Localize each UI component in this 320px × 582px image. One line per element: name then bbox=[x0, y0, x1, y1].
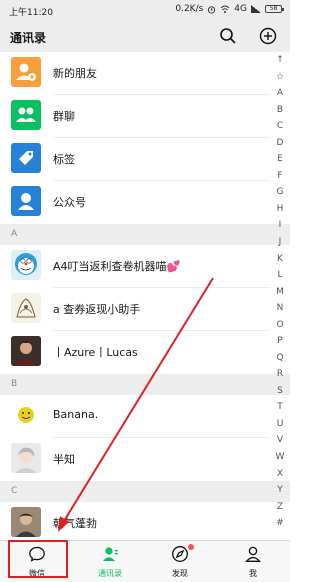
contact-name: 半知 bbox=[53, 453, 75, 466]
header: 通讯录 bbox=[0, 20, 290, 52]
contact-row[interactable]: 朝气蓬勃 bbox=[0, 502, 270, 540]
unread-dot bbox=[188, 544, 194, 550]
contact-row[interactable]: A4叮当返利查卷机器喵💕 bbox=[0, 245, 270, 288]
contact-row[interactable]: Banana. bbox=[0, 395, 270, 438]
index-letter[interactable]: # bbox=[273, 518, 287, 528]
row-label: 标签 bbox=[53, 153, 75, 166]
index-letter[interactable]: N bbox=[273, 303, 287, 313]
index-letter[interactable]: J bbox=[273, 237, 287, 247]
contact-list[interactable]: 新的朋友 群聊 标签 公众号 A A4叮当返利查卷机器喵💕 a 查券返现小助手 … bbox=[0, 52, 290, 540]
contact-avatar bbox=[11, 293, 41, 323]
row-label: 新的朋友 bbox=[53, 67, 97, 80]
contact-avatar bbox=[11, 507, 41, 537]
tags-row[interactable]: 标签 bbox=[0, 138, 270, 181]
section-letter: C bbox=[11, 486, 18, 496]
add-icon[interactable] bbox=[259, 27, 277, 45]
contact-avatar bbox=[11, 443, 41, 473]
section-letter: B bbox=[11, 379, 18, 389]
index-letter[interactable]: P bbox=[273, 336, 287, 346]
alarm-icon bbox=[208, 5, 216, 14]
official-account-icon bbox=[11, 186, 41, 216]
tab-label: 我 bbox=[249, 569, 257, 578]
annotation-highlight-box bbox=[8, 540, 68, 578]
contacts-icon bbox=[103, 547, 118, 561]
index-letter[interactable]: T bbox=[273, 402, 287, 412]
section-letter: A bbox=[11, 229, 18, 239]
index-letter[interactable]: Y bbox=[273, 485, 287, 495]
battery-level: 58 bbox=[269, 5, 278, 12]
index-letter[interactable]: H bbox=[273, 204, 287, 214]
index-letter[interactable]: M bbox=[273, 287, 287, 297]
status-time: 上午11:20 bbox=[9, 8, 53, 18]
status-icons: 0.2K/s 4G 58 bbox=[175, 4, 284, 14]
tab-me[interactable]: 我 bbox=[223, 541, 283, 582]
new-friends-icon bbox=[11, 57, 41, 87]
index-letter[interactable]: ☆ bbox=[273, 72, 287, 82]
signal-icon bbox=[251, 5, 261, 13]
network-type: 4G bbox=[234, 4, 247, 14]
discover-icon bbox=[172, 546, 188, 562]
battery-icon: 58 bbox=[265, 5, 284, 13]
tab-contacts[interactable]: 通讯录 bbox=[80, 541, 140, 582]
index-letter[interactable]: ↑ bbox=[273, 55, 287, 65]
index-letter[interactable]: K bbox=[273, 254, 287, 264]
contact-avatar bbox=[11, 400, 41, 430]
index-letter[interactable]: O bbox=[273, 320, 287, 330]
search-icon[interactable] bbox=[219, 27, 237, 45]
index-letter[interactable]: E bbox=[273, 154, 287, 164]
index-letter[interactable]: Z bbox=[273, 502, 287, 512]
group-chat-icon bbox=[11, 100, 41, 130]
index-letter[interactable]: S bbox=[273, 386, 287, 396]
index-letter[interactable]: U bbox=[273, 419, 287, 429]
contact-row[interactable]: a 查券返现小助手 bbox=[0, 288, 270, 331]
index-letter[interactable]: G bbox=[273, 187, 287, 197]
contact-row[interactable]: 丨Azure丨Lucas bbox=[0, 331, 270, 374]
row-label: 公众号 bbox=[53, 196, 86, 209]
wifi-icon bbox=[220, 5, 230, 13]
alphabet-index[interactable]: ↑ ☆ A B C D E F G H I J K L M N O P Q R S T U V W X Y Z # bbox=[272, 52, 290, 540]
contact-row[interactable]: 半知 bbox=[0, 438, 270, 481]
section-header: C bbox=[0, 481, 290, 502]
contact-name: A4叮当返利查卷机器喵💕 bbox=[53, 260, 181, 273]
new-friends-row[interactable]: 新的朋友 bbox=[0, 52, 270, 95]
network-speed: 0.2K/s bbox=[175, 4, 204, 14]
me-icon bbox=[245, 546, 261, 562]
page-title: 通讯录 bbox=[10, 31, 47, 45]
index-letter[interactable]: Q bbox=[273, 353, 287, 363]
section-header: B bbox=[0, 374, 290, 395]
official-accounts-row[interactable]: 公众号 bbox=[0, 181, 270, 224]
index-letter[interactable]: X bbox=[273, 469, 287, 479]
contact-avatar bbox=[11, 250, 41, 280]
tab-label: 发现 bbox=[172, 569, 188, 578]
group-chats-row[interactable]: 群聊 bbox=[0, 95, 270, 138]
contact-name: a 查券返现小助手 bbox=[53, 303, 141, 316]
tab-label: 通讯录 bbox=[98, 569, 122, 578]
contact-name: Banana. bbox=[53, 408, 99, 421]
index-letter[interactable]: R bbox=[273, 369, 287, 379]
index-letter[interactable]: I bbox=[273, 220, 287, 230]
index-letter[interactable]: L bbox=[273, 270, 287, 280]
contact-avatar bbox=[11, 336, 41, 366]
status-bar: 上午11:20 0.2K/s 4G 58 bbox=[0, 0, 290, 20]
index-letter[interactable]: W bbox=[273, 452, 287, 462]
index-letter[interactable]: B bbox=[273, 105, 287, 115]
tag-icon bbox=[11, 143, 41, 173]
tab-discover[interactable]: 发现 bbox=[150, 541, 210, 582]
index-letter[interactable]: F bbox=[273, 171, 287, 181]
row-label: 群聊 bbox=[53, 110, 75, 123]
index-letter[interactable]: D bbox=[273, 138, 287, 148]
index-letter[interactable]: A bbox=[273, 88, 287, 98]
section-header: A bbox=[0, 224, 290, 245]
contact-name: 朝气蓬勃 bbox=[53, 517, 97, 530]
index-letter[interactable]: C bbox=[273, 121, 287, 131]
contact-name: 丨Azure丨Lucas bbox=[53, 346, 138, 359]
index-letter[interactable]: V bbox=[273, 435, 287, 445]
